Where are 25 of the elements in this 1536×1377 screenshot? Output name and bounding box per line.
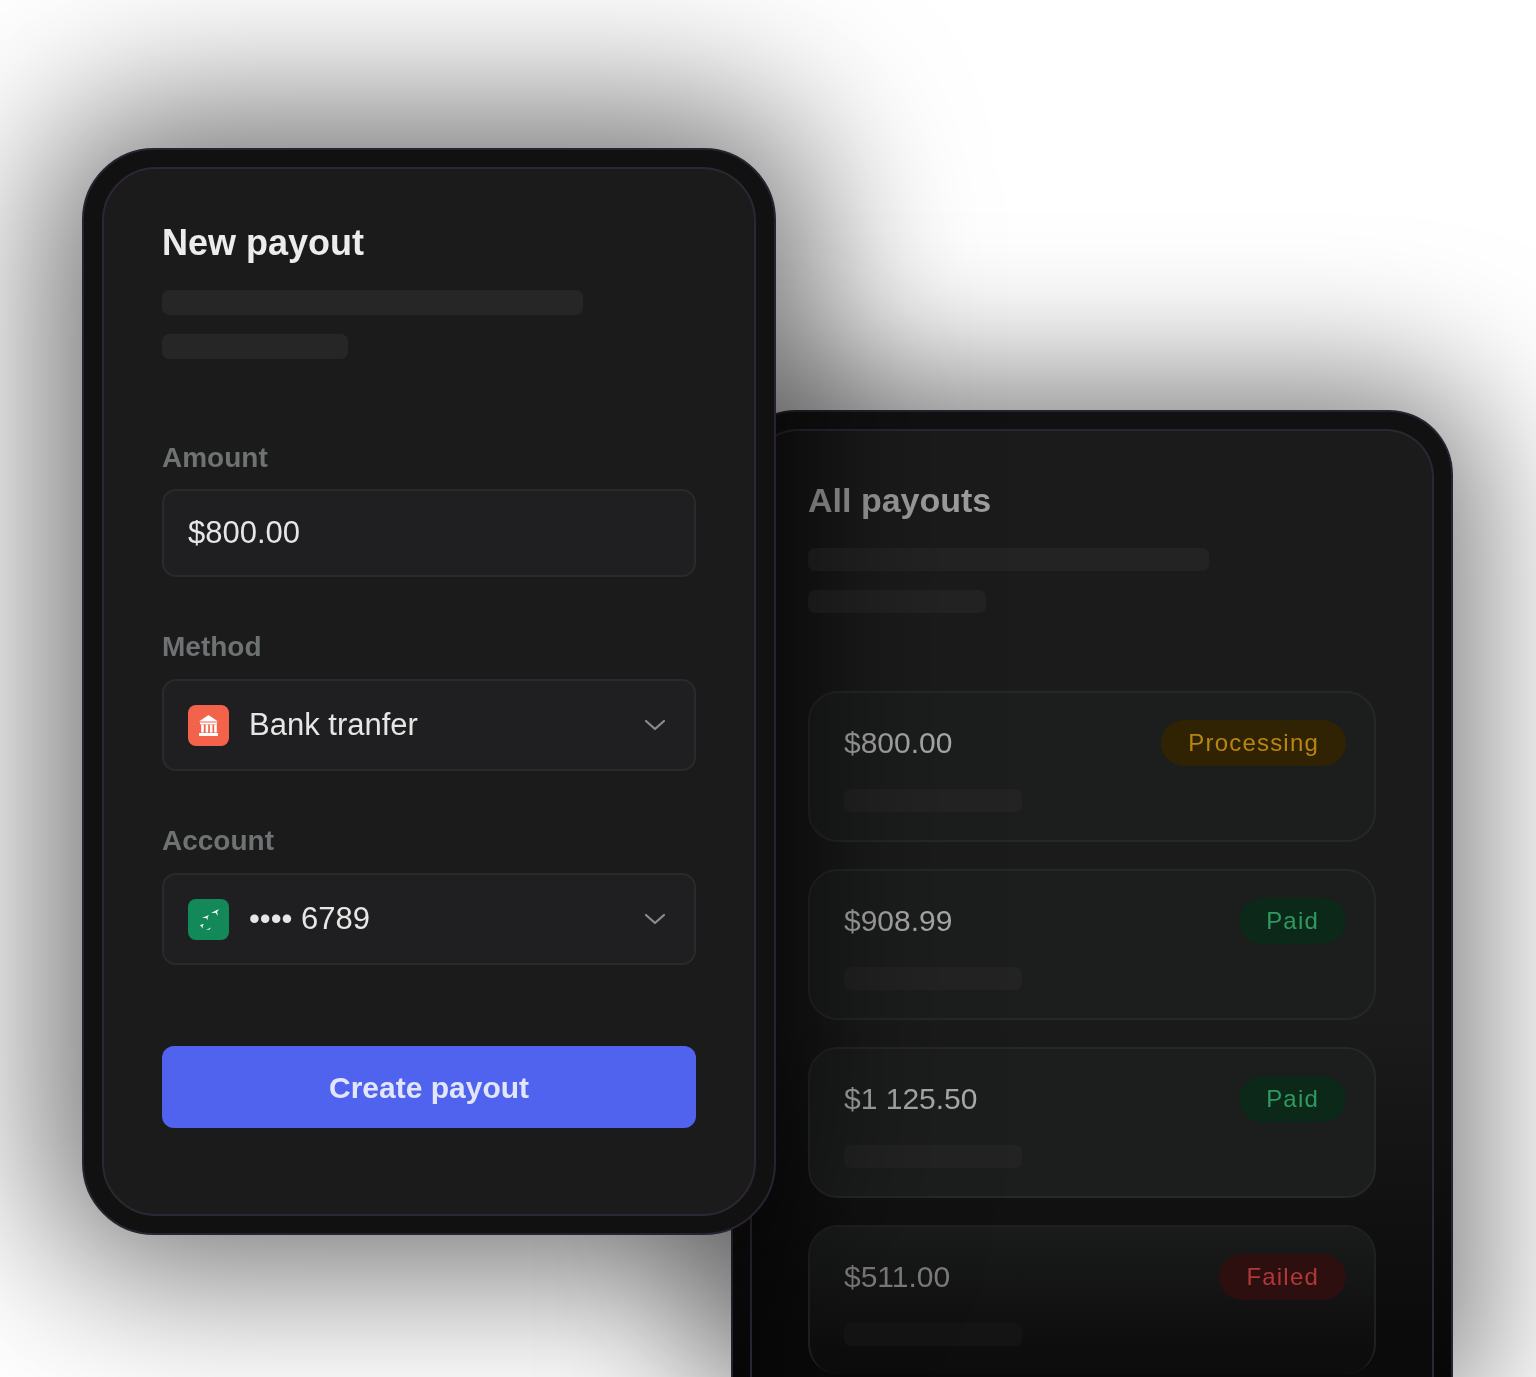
amount-field[interactable]: $800.00	[162, 489, 696, 577]
field-label: Account	[162, 824, 275, 858]
chevron-down-icon	[644, 719, 666, 731]
payout-card[interactable]: $1 125.50 Paid	[808, 1047, 1376, 1198]
status-badge: Paid	[1239, 1076, 1346, 1122]
chevron-down-icon	[644, 913, 666, 925]
account-select[interactable]: •••• 6789	[162, 873, 696, 965]
panel-title: New payout	[162, 221, 366, 265]
method-select[interactable]: Bank tranfer	[162, 679, 696, 771]
payout-amount: $511.00	[844, 1259, 951, 1295]
panel-title: All payouts	[808, 480, 993, 521]
payout-card[interactable]: $511.00 Failed	[808, 1225, 1376, 1374]
status-badge: Paid	[1239, 898, 1346, 944]
status-badge: Failed	[1219, 1254, 1346, 1300]
bank-icon	[188, 704, 229, 746]
payout-amount: $908.99	[844, 903, 953, 939]
status-badge: Processing	[1161, 720, 1346, 766]
birds-logo-icon	[188, 898, 229, 940]
payout-amount: $800.00	[844, 725, 953, 761]
create-payout-button[interactable]: Create payout	[162, 1046, 696, 1128]
field-label: Method	[162, 630, 263, 664]
payout-amount: $1 125.50	[844, 1081, 978, 1117]
field-label: Amount	[162, 441, 269, 475]
payout-card[interactable]: $800.00 Processing	[808, 691, 1376, 842]
payout-card[interactable]: $908.99 Paid	[808, 869, 1376, 1020]
